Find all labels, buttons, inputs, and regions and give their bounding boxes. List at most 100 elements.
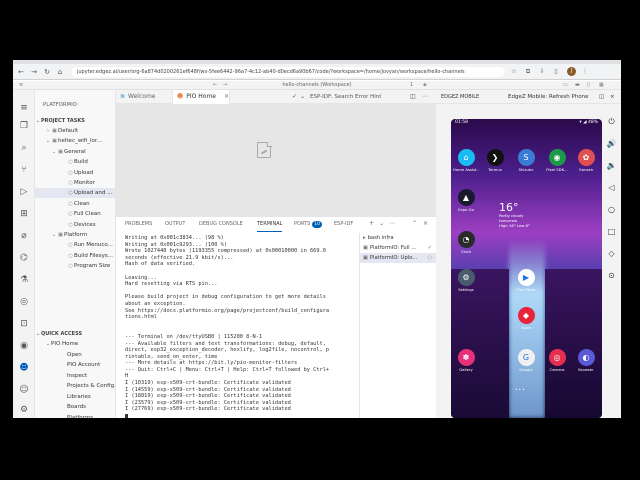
layout-panel-icon[interactable]: ▬: [575, 81, 580, 90]
run-debug-icon[interactable]: ▷: [18, 186, 30, 198]
back-icon[interactable]: ←: [16, 67, 26, 77]
tab-welcome[interactable]: ≋ Welcome: [116, 90, 172, 104]
app-icon[interactable]: ⌂ Home Assist...: [453, 149, 479, 172]
source-control-icon[interactable]: ⑂: [18, 164, 30, 176]
tab-debug-console[interactable]: DEBUG CONSOLE: [199, 217, 243, 231]
project-task-item[interactable]: ○Clean: [35, 199, 115, 209]
back-icon[interactable]: ◁: [606, 182, 617, 193]
star-icon[interactable]: ☆: [509, 67, 519, 77]
forward-icon[interactable]: →: [29, 67, 39, 77]
phone-screen[interactable]: 01:58 ▾ ◢ 48% 16° Partly cloudy tomorrow…: [451, 119, 602, 418]
app-icon[interactable]: ◎ Camera: [544, 349, 570, 372]
window-title[interactable]: hello-channels (Workspace): [13, 81, 621, 90]
terminal-instance[interactable]: ▸ bash infra: [360, 233, 436, 243]
quick-access-section[interactable]: ⌄QUICK ACCESS: [35, 329, 115, 339]
app-icon[interactable]: ▶ Play Store: [513, 269, 539, 292]
quick-access-item[interactable]: Inspect: [35, 371, 115, 381]
reload-icon[interactable]: ↻: [42, 67, 52, 77]
volume-up-icon[interactable]: 🔊: [606, 138, 617, 149]
accounts-icon[interactable]: ☺: [18, 384, 30, 396]
project-task-item[interactable]: ⌄ ▣General: [35, 147, 115, 157]
app-icon[interactable]: ✿ Ganesh: [573, 149, 599, 172]
terminal-output[interactable]: Writing at 0x001c3834... (98 %) Writing a…: [125, 235, 357, 418]
layout-sidebar-icon[interactable]: ▯: [587, 81, 590, 90]
close-icon[interactable]: ×: [610, 90, 615, 104]
tab-pio-home[interactable]: ☻ PIO Home ×: [172, 90, 230, 104]
app-icon[interactable]: ◐ Browser: [573, 349, 599, 372]
hamburger-icon[interactable]: ≡: [18, 102, 30, 114]
quick-access-item[interactable]: Projects & Config...: [35, 381, 115, 391]
volume-down-icon[interactable]: 🔉: [606, 160, 617, 171]
chevron-down-icon[interactable]: ⌄: [379, 217, 384, 231]
tab-esp-idf[interactable]: ESP-IDF: [334, 217, 353, 231]
project-task-item[interactable]: ○Devices: [35, 220, 115, 230]
quick-access-item[interactable]: Open: [35, 350, 115, 360]
menu-icon[interactable]: ⋮: [580, 67, 590, 77]
refresh-phone-tab[interactable]: EdgeZ Mobile: Refresh Phone: [508, 90, 589, 104]
app-icon[interactable]: ⚙ Settings: [453, 269, 479, 292]
copilot-icon[interactable]: ◈: [423, 81, 427, 90]
quick-access-item[interactable]: Boards: [35, 402, 115, 412]
project-task-item[interactable]: ○Full Clean: [35, 209, 115, 219]
extensions-icon[interactable]: ⊞: [18, 208, 30, 220]
quick-access-item[interactable]: Platforms: [35, 413, 115, 419]
esp-idf-search-error-hint[interactable]: ESP-IDF: Search Error Hint: [310, 90, 381, 104]
app-icon[interactable]: ✽ Gallery: [453, 349, 479, 372]
new-terminal-icon[interactable]: +: [369, 217, 374, 231]
quick-access-item[interactable]: Libraries: [35, 392, 115, 402]
app-icon[interactable]: ◉ Pixel SDK...: [544, 149, 570, 172]
esp-idf-icon[interactable]: ⌀: [18, 230, 30, 242]
explorer-icon[interactable]: ❐: [18, 120, 30, 132]
close-icon[interactable]: ×: [224, 93, 229, 100]
search-icon[interactable]: ⌕: [18, 142, 30, 154]
terminal-icon[interactable]: ⊡: [18, 318, 30, 330]
project-task-item[interactable]: › ▣Default: [35, 126, 115, 136]
tab-terminal[interactable]: TERMINAL: [257, 217, 283, 232]
overview-icon[interactable]: □: [606, 226, 617, 237]
project-task-item[interactable]: ⌄ ▣Platform: [35, 230, 115, 240]
fingerprint-icon[interactable]: ◎: [18, 296, 30, 308]
project-task-item[interactable]: ○Monitor: [35, 178, 115, 188]
power-icon[interactable]: ⏻: [606, 116, 617, 127]
address-bar[interactable]: jupyter.edgez.ai/user/org-6a874d0200261e…: [71, 66, 505, 77]
project-task-item[interactable]: ○Program Size: [35, 261, 115, 271]
extensions-icon[interactable]: ⧉: [523, 67, 533, 77]
rotate-icon[interactable]: ◇: [606, 248, 617, 259]
tab-problems[interactable]: PROBLEMS: [125, 217, 152, 231]
home-icon[interactable]: ○: [606, 204, 617, 215]
more-icon[interactable]: ⋯: [422, 90, 428, 104]
platformio-icon[interactable]: ☻: [18, 362, 30, 374]
project-task-item[interactable]: ○Upload: [35, 168, 115, 178]
app-icon[interactable]: ◔ Clock: [453, 231, 479, 254]
screenshot-icon[interactable]: ⊙: [606, 270, 617, 281]
split-icon[interactable]: ◫: [599, 90, 604, 104]
weather-widget[interactable]: 16° Partly cloudy tomorrow High 16° Low …: [499, 202, 559, 228]
home-icon[interactable]: ⌂: [55, 67, 65, 77]
project-tasks-section[interactable]: ⌄PROJECT TASKS: [35, 116, 115, 126]
maximize-panel-icon[interactable]: ⌃: [412, 217, 417, 231]
chevron-down-icon[interactable]: ⌄: [300, 90, 305, 104]
check-icon[interactable]: ✓: [292, 90, 297, 104]
app-icon[interactable]: ❯ Termux: [482, 149, 508, 172]
terminal-instance[interactable]: ▣ PlatformIO: Full ... ✓: [360, 243, 436, 253]
app-icon[interactable]: ◆ Store: [513, 307, 539, 330]
project-task-item[interactable]: ○Run Menuco...: [35, 240, 115, 250]
notifications-count[interactable]: 1: [410, 81, 413, 90]
app-icon[interactable]: ▲ Expo Go: [453, 189, 479, 212]
tab-output[interactable]: OUTPUT: [165, 217, 185, 231]
panel-icon[interactable]: ▯: [551, 67, 561, 77]
app-icon[interactable]: G Google: [513, 349, 539, 372]
project-task-item[interactable]: ⌄ ▣heltec_wifi_lor...: [35, 136, 115, 146]
app-icon[interactable]: S Shizuku: [513, 149, 539, 172]
project-task-item[interactable]: ○Upload and ...: [35, 188, 115, 199]
testing-icon[interactable]: ⚗: [18, 274, 30, 286]
split-editor-icon[interactable]: ◫: [410, 90, 416, 104]
project-task-item[interactable]: ○Build: [35, 157, 115, 167]
close-panel-icon[interactable]: ×: [423, 217, 428, 231]
remote-icon[interactable]: ⌬: [18, 252, 30, 264]
customize-layout-icon[interactable]: ▦: [599, 81, 604, 90]
chat-icon[interactable]: ◉: [18, 340, 30, 352]
terminal-instance[interactable]: ▣ PlatformIO: Uplo... ◌: [360, 253, 436, 263]
quick-access-item[interactable]: ⌄PIO Home: [35, 339, 115, 349]
more-icon[interactable]: ⋯: [389, 217, 395, 231]
